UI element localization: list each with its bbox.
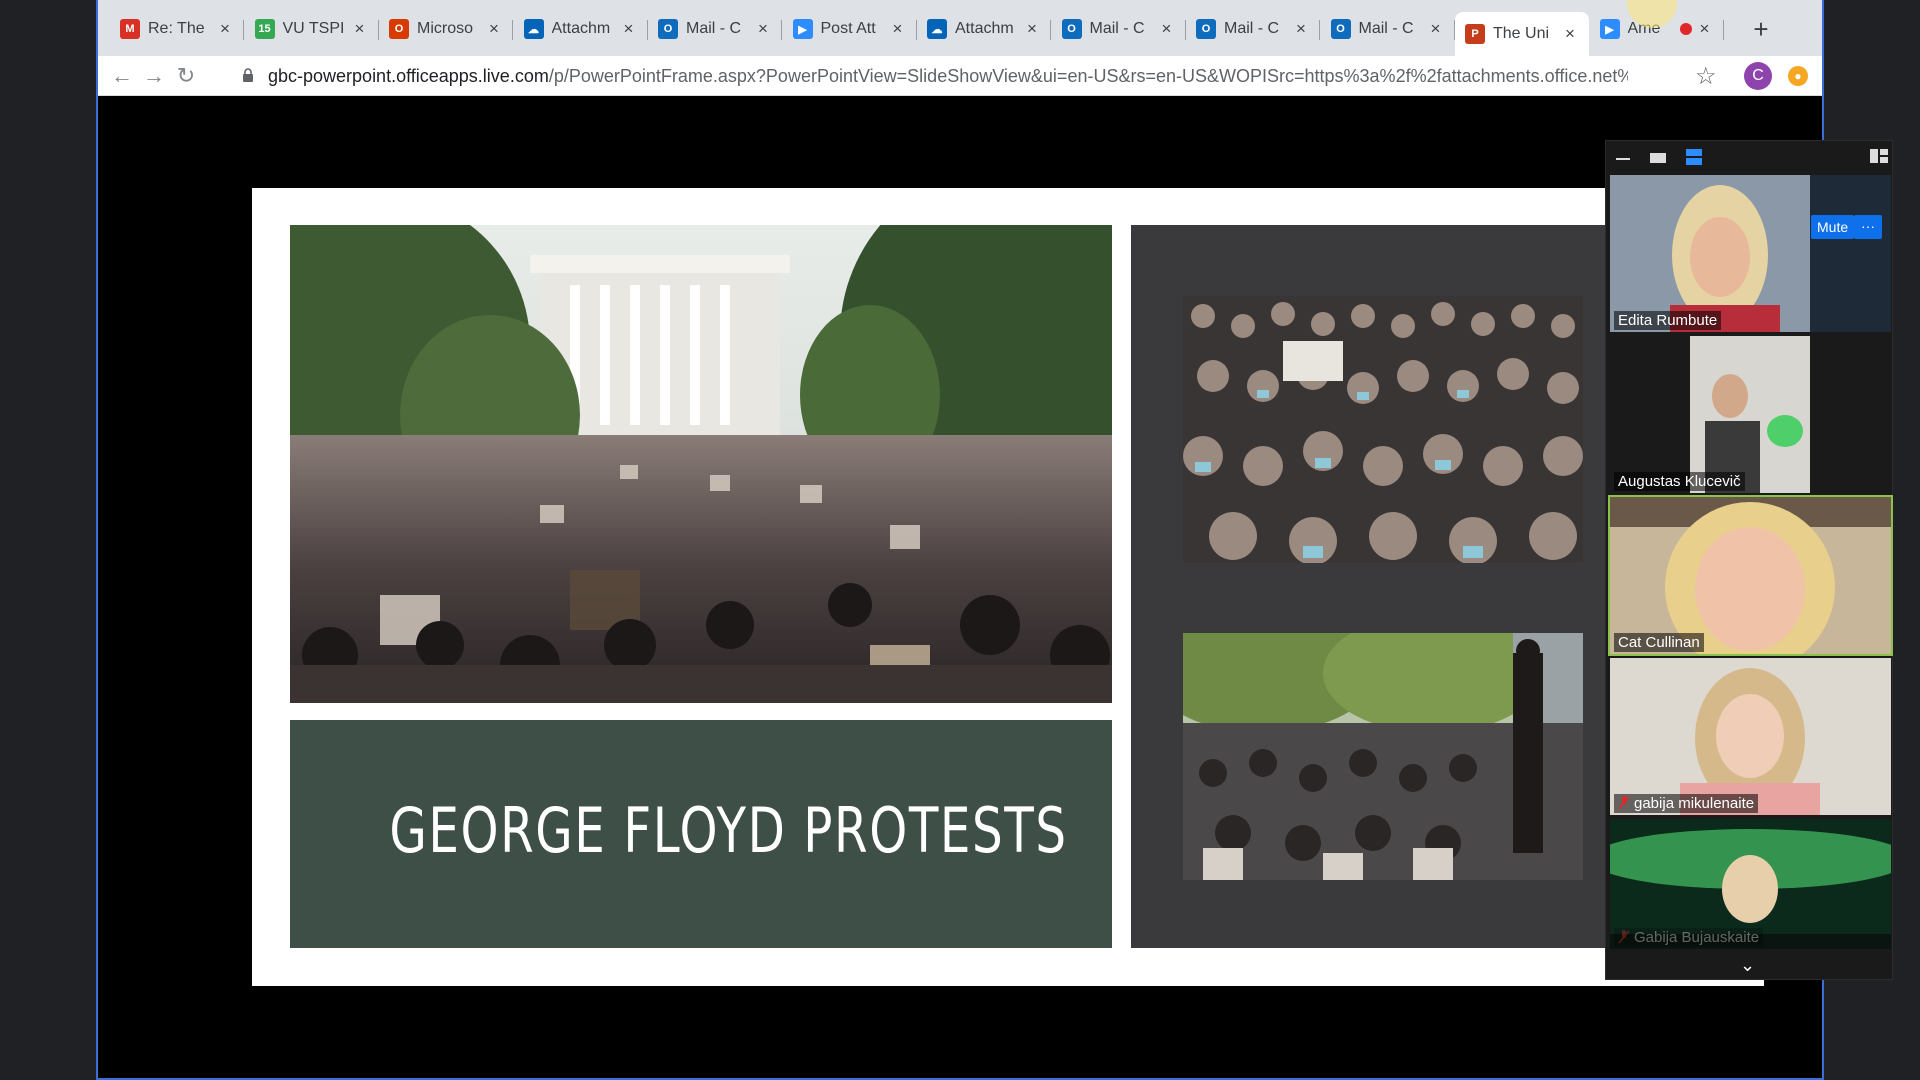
extension-icon[interactable]: ● <box>1788 66 1808 86</box>
office-icon: O <box>389 19 409 39</box>
tab-title: Attachm <box>955 20 1014 37</box>
participant-name: gabija mikulenaite <box>1614 794 1759 813</box>
browser-tab[interactable]: P The Uni × <box>1455 12 1589 56</box>
participant-name: Gabija Bujauskaite <box>1614 928 1764 947</box>
forward-arrow-icon[interactable]: → <box>140 62 168 90</box>
slide-title: GEORGE FLOYD PROTESTS <box>389 794 1068 867</box>
close-icon[interactable]: × <box>889 19 907 39</box>
swap-view-icon[interactable] <box>1870 149 1888 163</box>
outlook-icon: O <box>1061 19 1082 39</box>
browser-toolbar: ← → ↻ gbc-powerpoint.officeapps.live.com… <box>98 56 1822 96</box>
tab-title: VU TSPI <box>282 20 345 37</box>
tab-title: Microso <box>417 20 474 37</box>
zoom-icon: ▶ <box>1599 19 1620 39</box>
tab-separator <box>1722 20 1724 40</box>
browser-tab[interactable]: ☁ Attachm × <box>917 12 1051 46</box>
gmail-icon: M <box>120 19 140 39</box>
tab-title: Post Att <box>820 20 876 37</box>
close-icon[interactable]: × <box>1158 19 1176 39</box>
more-options-button[interactable]: ··· <box>1854 215 1882 239</box>
close-icon[interactable]: × <box>1292 19 1310 39</box>
participant-video <box>1610 497 1891 654</box>
browser-window: M Re: The × 15 VU TSPI × O Microso × ☁ Attachm × O Ma… <box>96 0 1824 1080</box>
close-icon[interactable]: × <box>1696 19 1714 39</box>
thumbnail-view-icon[interactable] <box>1650 153 1666 163</box>
outlook-icon: O <box>1196 19 1216 39</box>
participant-name: Edita Rumbute <box>1614 311 1722 330</box>
url-path: /p/PowerPointFrame.aspx?PowerPointView=S… <box>548 66 1628 86</box>
desktop-screen: M Re: The × 15 VU TSPI × O Microso × ☁ Attachm × O Ma… <box>0 0 1920 1080</box>
reload-icon[interactable]: ↻ <box>172 62 200 90</box>
onedrive-icon: ☁ <box>523 19 544 39</box>
tab-title: Re: The <box>148 20 205 37</box>
recording-indicator-icon <box>1679 23 1692 35</box>
close-icon[interactable]: × <box>351 19 369 39</box>
participant-tile[interactable]: Augustas Klucevič <box>1610 336 1891 493</box>
back-arrow-icon[interactable]: ← <box>108 62 136 90</box>
white-house-protest-photo <box>290 225 1112 703</box>
masked-crowd-photo <box>1183 296 1583 563</box>
tab-strip: M Re: The × 15 VU TSPI × O Microso × ☁ Attachm × O Ma… <box>98 0 1822 56</box>
powerpoint-icon: P <box>1465 24 1485 44</box>
tab-title: Mail - C <box>1358 20 1414 37</box>
zoom-icon: ▶ <box>792 19 813 39</box>
slide-title-box: GEORGE FLOYD PROTESTS <box>290 720 1112 948</box>
browser-tab[interactable]: 15 VU TSPI × <box>245 12 379 46</box>
outlook-icon: O <box>1330 19 1351 39</box>
participant-tile[interactable]: Gabija Bujauskaite <box>1610 819 1891 949</box>
participant-video <box>1610 175 1891 332</box>
tab-title: Mail - C <box>1089 20 1145 37</box>
profile-avatar[interactable]: C <box>1744 62 1772 90</box>
tab-title: The Uni <box>1493 25 1550 42</box>
tab-title: Attachm <box>551 20 611 37</box>
participant-video <box>1610 336 1891 493</box>
address-bar[interactable]: gbc-powerpoint.officeapps.live.com/p/Pow… <box>268 66 1628 87</box>
presentation-slide: GEORGE FLOYD PROTESTS <box>252 188 1764 986</box>
participant-name: Cat Cullinan <box>1614 633 1704 652</box>
browser-tab[interactable]: ▶ Post Att × <box>783 12 917 46</box>
participant-video <box>1610 658 1891 815</box>
close-icon[interactable]: × <box>216 19 234 39</box>
lock-icon[interactable] <box>242 68 254 82</box>
close-icon[interactable]: × <box>620 19 638 39</box>
mic-muted-icon <box>1618 796 1630 810</box>
close-icon[interactable]: × <box>1561 24 1579 44</box>
browser-tab[interactable]: ☁ Attachm × <box>514 12 648 46</box>
chevron-down-icon[interactable]: ⌄ <box>1740 955 1755 976</box>
minimize-icon[interactable] <box>1616 155 1630 161</box>
mute-button[interactable]: Mute <box>1811 215 1855 239</box>
new-tab-button[interactable]: + <box>1746 14 1776 45</box>
zoom-participants-panel: Mute ··· Edita Rumbute Augustas Klucevič… <box>1605 140 1893 980</box>
browser-tab[interactable]: O Mail - C × <box>1321 12 1455 46</box>
tab-title: Mail - C <box>1224 20 1280 37</box>
mic-muted-icon <box>1618 930 1630 944</box>
calendar-icon: 15 <box>254 19 275 39</box>
url-host: gbc-powerpoint.officeapps.live.com <box>268 66 549 86</box>
browser-tab[interactable]: M Re: The × <box>110 12 244 46</box>
browser-tab[interactable]: O Mail - C × <box>1186 12 1320 46</box>
participant-tile[interactable]: Mute ··· Edita Rumbute <box>1610 175 1891 332</box>
onedrive-icon: ☁ <box>927 19 947 39</box>
close-icon[interactable]: × <box>1427 19 1445 39</box>
zoom-view-controls <box>1606 141 1892 175</box>
participant-tile[interactable]: Cat Cullinan <box>1608 495 1893 656</box>
browser-tab[interactable]: O Mail - C × <box>1052 12 1186 46</box>
participant-tile[interactable]: gabija mikulenaite <box>1610 658 1891 815</box>
participant-name: Augustas Klucevič <box>1614 472 1745 491</box>
tab-title: Mail - C <box>686 20 742 37</box>
gallery-strip-icon[interactable] <box>1686 149 1702 165</box>
bookmark-star-icon[interactable]: ☆ <box>1695 62 1717 91</box>
browser-tab[interactable]: O Microso × <box>379 12 513 46</box>
outlook-icon: O <box>658 19 678 39</box>
close-icon[interactable]: × <box>485 19 503 39</box>
browser-tab[interactable]: O Mail - C × <box>648 12 782 46</box>
close-icon[interactable]: × <box>754 19 772 39</box>
close-icon[interactable]: × <box>1023 19 1041 39</box>
kneeling-protest-photo <box>1183 633 1583 880</box>
